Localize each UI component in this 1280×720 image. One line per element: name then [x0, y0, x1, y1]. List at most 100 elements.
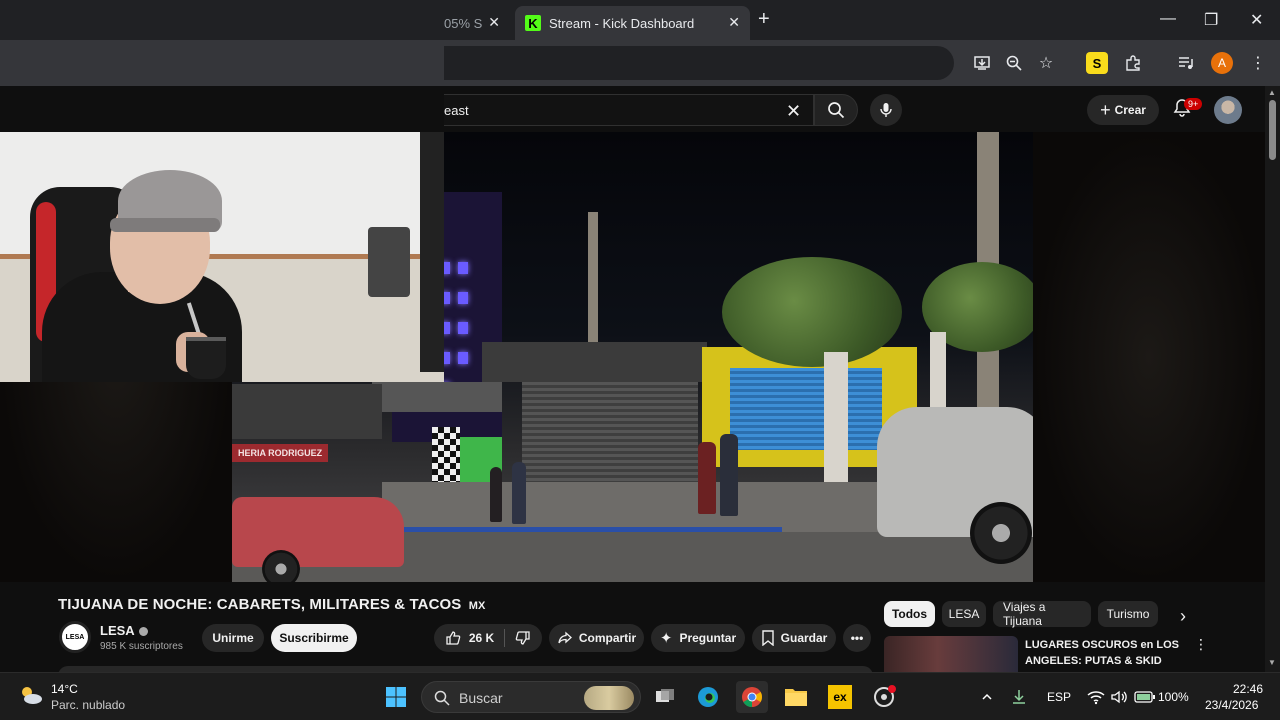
file-explorer-icon[interactable] — [780, 681, 812, 713]
tab-close-icon[interactable]: ✕ — [728, 14, 740, 31]
chevron-right-icon[interactable]: › — [1180, 606, 1186, 627]
store-sign: HERIA RODRIGUEZ — [232, 444, 329, 462]
like-button[interactable]: 26 K — [445, 630, 494, 646]
car-wheel — [262, 550, 300, 582]
search-input[interactable]: east ✕ — [444, 94, 814, 126]
microphone-icon — [880, 103, 892, 117]
media-control-icon[interactable] — [1175, 52, 1197, 74]
battery-charging-icon[interactable] — [1132, 681, 1158, 713]
verified-icon — [138, 627, 148, 637]
chrome-icon[interactable] — [736, 681, 768, 713]
location-tray-icon[interactable] — [1006, 681, 1032, 713]
weather-temperature[interactable]: 14°C — [51, 682, 78, 696]
browser-tab[interactable]: 05% S ✕ — [444, 6, 510, 40]
zoom-icon[interactable] — [1003, 52, 1025, 74]
puzzle-icon[interactable] — [1122, 52, 1144, 74]
subscribe-button[interactable]: Suscribirme — [271, 624, 357, 652]
recommended-menu-icon[interactable]: ⋮ — [1194, 636, 1208, 653]
roof-awning — [372, 382, 502, 412]
volume-icon[interactable] — [1106, 681, 1132, 713]
chip-viajes-a-tijuana[interactable]: Viajes a Tijuana — [993, 600, 1091, 628]
closed-shutter — [522, 382, 698, 482]
install-app-icon[interactable] — [971, 52, 993, 74]
tab-close-icon[interactable]: ✕ — [488, 14, 500, 31]
ex-app-icon[interactable]: ex — [824, 681, 856, 713]
extension-s-icon[interactable]: S — [1086, 52, 1108, 74]
chip-lesa[interactable]: LESA — [942, 601, 986, 627]
bookmark-icon — [761, 630, 774, 646]
channel-avatar[interactable]: LESA — [59, 621, 91, 653]
chip-todos[interactable]: Todos — [884, 601, 935, 627]
windows-taskbar: 14°C Parc. nublado Buscar ex ESP 100% 22… — [0, 672, 1280, 720]
flag-emoji-mx: MX — [468, 600, 486, 612]
language-indicator[interactable]: ESP — [1047, 690, 1071, 704]
video-title: TIJUANA DE NOCHE: CABARETS, MILITARES & … — [58, 596, 485, 613]
thumbs-down-icon[interactable] — [515, 630, 531, 646]
channel-name[interactable]: LESA — [100, 623, 148, 638]
scroll-up-icon[interactable]: ▲ — [1268, 88, 1276, 97]
ask-button[interactable]: ✦ Preguntar — [651, 624, 745, 652]
plus-icon: + — [1100, 99, 1111, 120]
recommended-thumbnail[interactable] — [884, 636, 1018, 672]
ambient-blur-right — [1033, 132, 1265, 582]
scroll-thumb[interactable] — [1269, 100, 1276, 160]
tab-title: Stream - Kick Dashboard — [549, 15, 695, 31]
streamer-webcam — [0, 132, 444, 382]
roof-awning — [482, 342, 707, 382]
chevron-up-icon[interactable] — [975, 681, 999, 713]
thumbs-up-icon — [446, 631, 461, 645]
share-label: Compartir — [578, 631, 637, 645]
profile-icon[interactable]: A — [1211, 52, 1233, 74]
partly-cloudy-icon — [22, 687, 42, 704]
more-actions-icon[interactable]: ••• — [843, 624, 871, 652]
person — [490, 467, 502, 522]
like-count: 26 K — [468, 631, 495, 645]
weather-description[interactable]: Parc. nublado — [51, 698, 125, 712]
clock-time[interactable]: 22:46 — [1233, 682, 1263, 696]
create-button[interactable]: + Crear — [1087, 95, 1159, 125]
more-menu-icon[interactable]: ⋮ — [1247, 52, 1269, 74]
notification-badge: 9+ — [1184, 98, 1203, 110]
restore-icon[interactable]: ❐ — [1204, 10, 1218, 30]
taskbar-search-placeholder: Buscar — [459, 690, 503, 706]
video-player[interactable]: HERIA RODRIGUEZ — [0, 132, 1265, 582]
storefront-left — [232, 384, 382, 439]
edge-browser-icon[interactable] — [692, 681, 724, 713]
wall-heater — [368, 227, 410, 297]
voice-search-button[interactable] — [870, 94, 902, 126]
person — [698, 442, 716, 514]
share-icon — [558, 631, 572, 644]
mate-cup — [186, 337, 226, 379]
browser-tab-strip: 05% S ✕ K Stream - Kick Dashboard ✕ + — … — [0, 0, 1280, 40]
join-button[interactable]: Unirme — [202, 624, 264, 652]
battery-percent: 100% — [1158, 690, 1189, 704]
search-query: east — [444, 103, 469, 118]
create-label: Crear — [1114, 103, 1146, 117]
tree-canopy — [722, 257, 902, 367]
bookmark-star-icon[interactable]: ☆ — [1035, 52, 1057, 74]
browser-tab-kick-dashboard[interactable]: K Stream - Kick Dashboard ✕ — [515, 6, 750, 40]
page-scrollbar[interactable]: ▲ ▼ — [1265, 86, 1280, 672]
save-button[interactable]: Guardar — [752, 624, 836, 652]
share-button[interactable]: Compartir — [549, 624, 644, 652]
address-bar[interactable] — [444, 46, 954, 80]
new-tab-icon[interactable]: + — [758, 8, 770, 31]
steam-like-app-icon[interactable] — [868, 681, 900, 713]
tab-title: 05% S — [444, 15, 483, 31]
close-window-icon[interactable]: ✕ — [1250, 10, 1263, 30]
chip-turismo[interactable]: Turismo — [1098, 601, 1158, 627]
clear-search-icon[interactable]: ✕ — [786, 101, 801, 122]
like-dislike-group: 26 K — [434, 624, 542, 652]
divider — [504, 629, 506, 647]
taskbar-search-input[interactable]: Buscar — [421, 681, 641, 713]
van-wheel — [970, 502, 1032, 564]
minimize-icon[interactable]: — — [1160, 10, 1176, 28]
task-view-icon[interactable] — [649, 681, 681, 713]
video-details: TIJUANA DE NOCHE: CABARETS, MILITARES & … — [0, 582, 1265, 683]
account-avatar[interactable] — [1214, 96, 1242, 124]
scroll-down-icon[interactable]: ▼ — [1268, 658, 1276, 667]
clock-date[interactable]: 23/4/2026 — [1205, 698, 1258, 712]
search-button[interactable] — [814, 94, 858, 126]
windows-start-icon[interactable] — [380, 681, 412, 713]
subscriber-count: 985 K suscriptores — [100, 641, 183, 652]
